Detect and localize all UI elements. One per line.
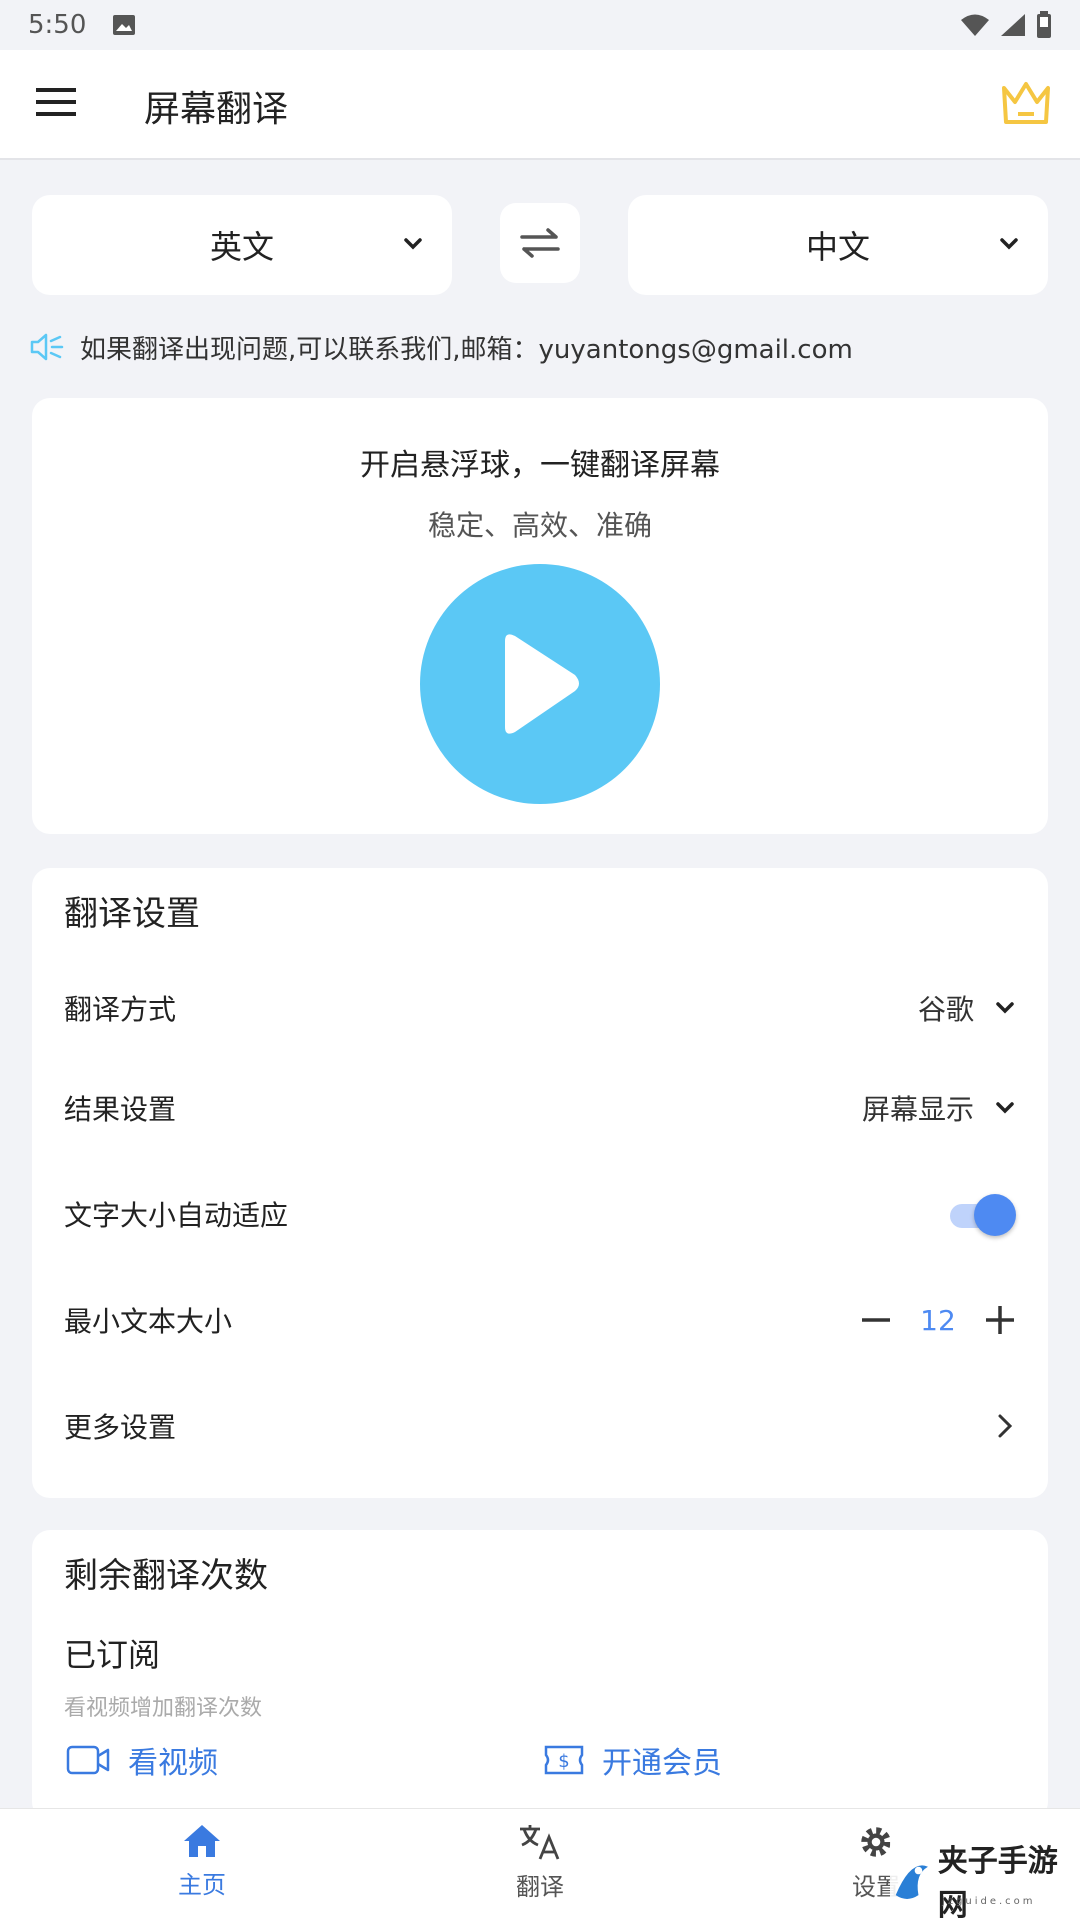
watch-video-label: 看视频 (128, 1746, 218, 1781)
source-language-label: 英文 (209, 228, 274, 266)
menu-icon[interactable] (36, 88, 76, 118)
auto-font-size-row: 文字大小自动适应 (64, 1184, 1016, 1244)
speaker-icon (30, 333, 64, 361)
minus-icon[interactable] (860, 1304, 892, 1336)
contact-notice: 如果翻译出现问题,可以联系我们,邮箱：yuyantongs@gmail.com (30, 325, 853, 369)
translation-settings-card: 翻译设置 翻译方式 谷歌 结果设置 屏幕显示 文字大小自动适应 最小文本大小 1… (32, 868, 1048, 1498)
translation-method-label: 翻译方式 (64, 993, 177, 1026)
target-language-label: 中文 (805, 228, 870, 266)
min-text-size-value: 12 (920, 1303, 956, 1337)
min-text-size-label: 最小文本大小 (64, 1305, 233, 1338)
source-language-select[interactable]: 英文 (32, 195, 452, 295)
more-settings-label: 更多设置 (64, 1411, 177, 1444)
image-notification-icon (113, 15, 136, 35)
nav-home-label: 主页 (178, 1871, 226, 1899)
battery-icon (1037, 11, 1051, 38)
more-settings-row[interactable]: 更多设置 (64, 1396, 1016, 1456)
nav-home[interactable]: 主页 (112, 1823, 292, 1900)
result-setting-value: 屏幕显示 (861, 1093, 974, 1126)
nav-translate-label: 翻译 (516, 1873, 564, 1901)
video-camera-icon (66, 1745, 110, 1775)
auto-font-size-label: 文字大小自动适应 (64, 1199, 289, 1232)
svg-text:$: $ (558, 1751, 569, 1772)
swap-icon (520, 228, 560, 258)
nav-translate[interactable]: 翻译 (450, 1823, 630, 1902)
result-setting-label: 结果设置 (64, 1093, 177, 1126)
start-floating-ball-button[interactable] (420, 564, 660, 804)
open-membership-button[interactable]: $ 开通会员 (544, 1738, 722, 1782)
settings-title: 翻译设置 (64, 894, 200, 934)
watermark-text: 夹子手游网 (937, 1844, 1058, 1920)
remaining-quota-card: 剩余翻译次数 已订阅 看视频增加翻译次数 看视频 $ 开通会员 (32, 1530, 1048, 1820)
translation-method-value: 谷歌 (917, 993, 974, 1026)
plus-icon[interactable] (984, 1304, 1016, 1336)
swap-languages-button[interactable] (500, 203, 580, 283)
status-bar: 5:50 (0, 0, 1080, 50)
wifi-icon (961, 14, 989, 36)
page-title: 屏幕翻译 (144, 89, 289, 130)
crown-icon[interactable] (1000, 80, 1052, 126)
home-icon (184, 1825, 220, 1857)
chevron-down-icon (996, 1102, 1014, 1114)
chevron-down-icon (1000, 238, 1018, 250)
quota-hint: 看视频增加翻译次数 (64, 1696, 263, 1721)
play-icon (505, 634, 579, 734)
open-membership-label: 开通会员 (602, 1746, 722, 1781)
min-text-size-row: 最小文本大小 12 (64, 1290, 1016, 1350)
result-setting-row[interactable]: 结果设置 屏幕显示 (64, 1078, 1016, 1138)
hero-subtitle: 稳定、高效、准确 (427, 509, 652, 542)
signal-icon (1001, 14, 1025, 36)
quota-title: 剩余翻译次数 (64, 1556, 268, 1596)
target-language-select[interactable]: 中文 (628, 195, 1048, 295)
status-time: 5:50 (28, 10, 87, 40)
toggle-knob (974, 1194, 1016, 1236)
translate-icon (520, 1825, 560, 1860)
chevron-down-icon (996, 1002, 1014, 1014)
dollar-ticket-icon: $ (544, 1745, 584, 1775)
watermark-domain: jzguide.com (942, 1896, 1036, 1907)
chevron-down-icon (404, 238, 422, 250)
min-text-size-stepper: 12 (860, 1304, 1016, 1337)
auto-font-size-toggle[interactable] (946, 1194, 1016, 1236)
chevron-right-icon (998, 1414, 1013, 1438)
watch-video-button[interactable]: 看视频 (66, 1738, 218, 1782)
hero-title: 开启悬浮球，一键翻译屏幕 (360, 448, 720, 483)
app-bar: 屏幕翻译 (0, 50, 1080, 160)
translation-method-row[interactable]: 翻译方式 谷歌 (64, 978, 1016, 1038)
notice-text: 如果翻译出现问题,可以联系我们,邮箱：yuyantongs@gmail.com (80, 334, 853, 365)
subscription-status: 已订阅 (64, 1636, 161, 1674)
site-watermark: 夹子手游网 jzguide.com (890, 1840, 1080, 1920)
watermark-logo-icon (895, 1865, 928, 1899)
floating-ball-card: 开启悬浮球，一键翻译屏幕 稳定、高效、准确 (32, 398, 1048, 834)
